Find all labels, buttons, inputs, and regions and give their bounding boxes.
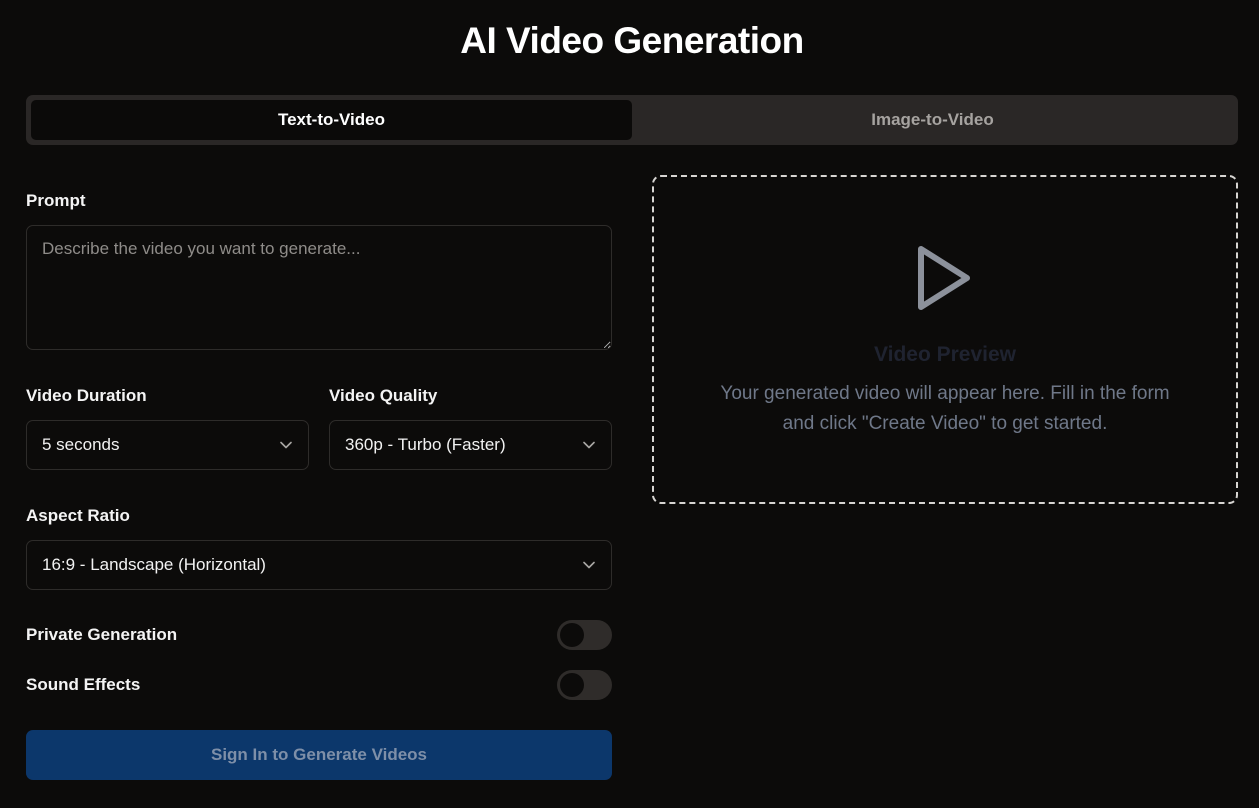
- chevron-down-icon: [279, 438, 293, 452]
- video-quality-select[interactable]: 360p - Turbo (Faster): [329, 420, 612, 470]
- tab-image-to-video[interactable]: Image-to-Video: [632, 100, 1233, 140]
- preview-description: Your generated video will appear here. F…: [720, 383, 1170, 434]
- prompt-label: Prompt: [26, 191, 86, 210]
- toggle-knob: [560, 623, 584, 647]
- private-generation-row: Private Generation: [26, 620, 612, 650]
- play-icon: [918, 246, 970, 310]
- video-duration-value: 5 seconds: [42, 435, 120, 454]
- aspect-ratio-select[interactable]: 16:9 - Landscape (Horizontal): [26, 540, 612, 590]
- sound-effects-label: Sound Effects: [26, 675, 141, 694]
- sound-effects-toggle[interactable]: [557, 670, 612, 700]
- mode-tabs: Text-to-Video Image-to-Video: [26, 95, 1238, 145]
- video-quality-label: Video Quality: [329, 386, 438, 405]
- private-generation-toggle[interactable]: [557, 620, 612, 650]
- chevron-down-icon: [582, 558, 596, 572]
- prompt-input[interactable]: [26, 225, 612, 350]
- toggle-knob: [560, 673, 584, 697]
- preview-title: Video Preview: [873, 343, 1017, 366]
- aspect-ratio-label: Aspect Ratio: [26, 506, 130, 525]
- private-generation-label: Private Generation: [26, 625, 178, 644]
- sound-effects-row: Sound Effects: [26, 670, 612, 700]
- tab-text-to-video[interactable]: Text-to-Video: [31, 100, 632, 140]
- video-duration-label: Video Duration: [26, 386, 147, 405]
- aspect-ratio-value: 16:9 - Landscape (Horizontal): [42, 555, 266, 574]
- chevron-down-icon: [582, 438, 596, 452]
- sign-in-to-generate-button[interactable]: Sign In to Generate Videos: [26, 730, 612, 780]
- video-preview-panel: Video Preview Your generated video will …: [652, 175, 1238, 504]
- video-quality-value: 360p - Turbo (Faster): [345, 435, 506, 454]
- page-title: AI Video Generation: [460, 20, 804, 61]
- video-duration-select[interactable]: 5 seconds: [26, 420, 309, 470]
